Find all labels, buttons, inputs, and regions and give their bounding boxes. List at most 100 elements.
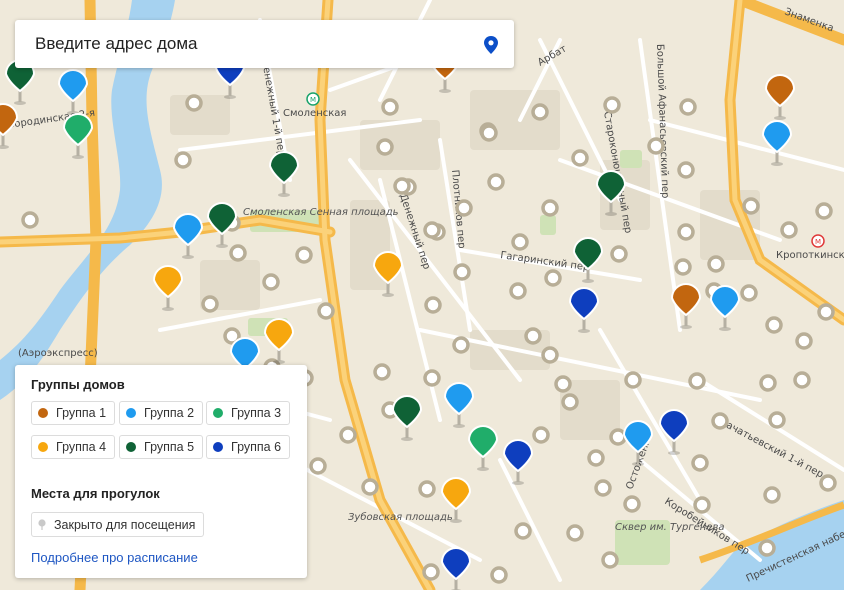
walk-place-marker[interactable] bbox=[423, 221, 441, 239]
walk-place-marker[interactable] bbox=[819, 474, 837, 492]
walk-place-marker[interactable] bbox=[418, 480, 436, 498]
svg-text:М: М bbox=[310, 96, 316, 104]
walk-place-marker[interactable] bbox=[610, 245, 628, 263]
walk-place-marker[interactable] bbox=[674, 258, 692, 276]
walk-place-marker[interactable] bbox=[487, 173, 505, 191]
walk-place-marker[interactable] bbox=[587, 449, 605, 467]
map-label-kropotkinskaya: Кропоткинская bbox=[776, 250, 844, 261]
walk-place-marker[interactable] bbox=[795, 332, 813, 350]
walk-place-marker[interactable] bbox=[554, 375, 572, 393]
group-6-label: Группа 6 bbox=[231, 440, 282, 454]
walk-place-marker[interactable] bbox=[742, 197, 760, 215]
group-1-color-dot bbox=[38, 408, 48, 418]
map-label-turgenev-square: Сквер им. Тургенева bbox=[615, 522, 725, 533]
walk-place-marker[interactable] bbox=[544, 269, 562, 287]
walk-place-marker[interactable] bbox=[609, 428, 627, 446]
svg-text:М: М bbox=[815, 238, 821, 246]
group-3-chip[interactable]: Группа 3 bbox=[206, 401, 291, 425]
walk-place-marker[interactable] bbox=[480, 124, 498, 142]
closed-places-label: Закрыто для посещения bbox=[54, 517, 196, 532]
schedule-details-link[interactable]: Подробнее про расписание bbox=[31, 550, 198, 565]
walk-place-marker[interactable] bbox=[740, 284, 758, 302]
walk-place-marker[interactable] bbox=[524, 327, 542, 345]
walk-place-marker[interactable] bbox=[793, 371, 811, 389]
group-3-color-dot bbox=[213, 408, 223, 418]
walk-place-marker[interactable] bbox=[688, 372, 706, 390]
walk-place-marker[interactable] bbox=[423, 369, 441, 387]
walk-place-marker[interactable] bbox=[624, 371, 642, 389]
walk-place-marker[interactable] bbox=[707, 255, 725, 273]
walk-place-marker[interactable] bbox=[691, 454, 709, 472]
group-4-color-dot bbox=[38, 442, 48, 452]
walk-place-marker[interactable] bbox=[677, 161, 695, 179]
walk-place-marker[interactable] bbox=[571, 149, 589, 167]
walk-place-marker[interactable] bbox=[541, 199, 559, 217]
walk-place-marker[interactable] bbox=[693, 496, 711, 514]
group-3-label: Группа 3 bbox=[231, 406, 282, 420]
walk-place-marker[interactable] bbox=[393, 177, 411, 195]
walk-place-marker[interactable] bbox=[758, 539, 776, 557]
walk-place-marker[interactable] bbox=[532, 426, 550, 444]
walk-place-marker[interactable] bbox=[317, 302, 335, 320]
group-5-label: Группа 5 bbox=[144, 440, 195, 454]
map-label-smolenskaya: Смоленская bbox=[283, 108, 346, 119]
walk-place-marker[interactable] bbox=[780, 221, 798, 239]
group-6-color-dot bbox=[213, 442, 223, 452]
group-5-chip[interactable]: Группа 5 bbox=[119, 435, 204, 459]
walk-place-marker[interactable] bbox=[295, 246, 313, 264]
walk-place-marker[interactable] bbox=[647, 137, 665, 155]
walk-place-marker[interactable] bbox=[514, 522, 532, 540]
walk-places-title: Места для прогулок bbox=[31, 486, 160, 501]
house-groups-title: Группы домов bbox=[31, 377, 125, 392]
location-pin-icon[interactable] bbox=[484, 36, 498, 54]
walk-place-marker[interactable] bbox=[601, 551, 619, 569]
walk-place-marker[interactable] bbox=[815, 202, 833, 220]
group-5-color-dot bbox=[126, 442, 136, 452]
map-legend: Группы домов Группа 1 Группа 2 Группа 3 … bbox=[15, 365, 307, 578]
walk-place-marker[interactable] bbox=[453, 263, 471, 281]
walk-place-marker[interactable] bbox=[623, 495, 641, 513]
walk-place-marker[interactable] bbox=[711, 412, 729, 430]
map-label-zubovskaya: Зубовская площадь bbox=[348, 511, 453, 523]
walk-place-marker[interactable] bbox=[759, 374, 777, 392]
closed-places-chip[interactable]: Закрыто для посещения bbox=[31, 512, 205, 537]
walk-place-marker[interactable] bbox=[339, 426, 357, 444]
group-2-label: Группа 2 bbox=[144, 406, 195, 420]
walk-place-marker[interactable] bbox=[361, 478, 379, 496]
walk-place-marker[interactable] bbox=[566, 524, 584, 542]
walk-place-marker[interactable] bbox=[455, 199, 473, 217]
walk-place-marker[interactable] bbox=[603, 96, 621, 114]
walk-place-marker[interactable] bbox=[541, 346, 559, 364]
walk-place-marker[interactable] bbox=[229, 244, 247, 262]
group-2-chip[interactable]: Группа 2 bbox=[119, 401, 204, 425]
group-6-chip[interactable]: Группа 6 bbox=[206, 435, 291, 459]
address-search-input[interactable] bbox=[35, 32, 455, 56]
walk-place-marker[interactable] bbox=[765, 316, 783, 334]
walk-place-marker[interactable] bbox=[511, 233, 529, 251]
walk-place-marker[interactable] bbox=[381, 98, 399, 116]
walk-place-marker[interactable] bbox=[561, 393, 579, 411]
walk-place-marker[interactable] bbox=[424, 296, 442, 314]
walk-place-marker[interactable] bbox=[594, 479, 612, 497]
walk-place-marker[interactable] bbox=[763, 486, 781, 504]
walk-place-marker[interactable] bbox=[768, 411, 786, 429]
group-1-chip[interactable]: Группа 1 bbox=[31, 401, 116, 425]
walk-place-marker[interactable] bbox=[201, 295, 219, 313]
walk-place-marker[interactable] bbox=[817, 303, 835, 321]
walk-place-marker[interactable] bbox=[185, 94, 203, 112]
walk-place-marker[interactable] bbox=[531, 103, 549, 121]
walk-place-marker[interactable] bbox=[21, 211, 39, 229]
walk-place-marker[interactable] bbox=[373, 363, 391, 381]
closed-walk-icon bbox=[38, 519, 46, 530]
walk-place-marker[interactable] bbox=[677, 223, 695, 241]
walk-place-marker[interactable] bbox=[509, 282, 527, 300]
walk-place-marker[interactable] bbox=[174, 151, 192, 169]
walk-place-marker[interactable] bbox=[309, 457, 327, 475]
walk-place-marker[interactable] bbox=[679, 98, 697, 116]
walk-place-marker[interactable] bbox=[452, 336, 470, 354]
walk-place-marker[interactable] bbox=[262, 273, 280, 291]
walk-place-marker[interactable] bbox=[490, 566, 508, 584]
walk-place-marker[interactable] bbox=[376, 138, 394, 156]
group-4-chip[interactable]: Группа 4 bbox=[31, 435, 116, 459]
walk-place-marker[interactable] bbox=[422, 563, 440, 581]
